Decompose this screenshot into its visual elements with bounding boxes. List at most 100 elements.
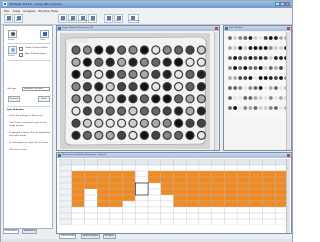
grid-cell[interactable] [236,200,250,208]
toolbar-open-button[interactable]: Open [4,14,13,23]
grid-cell[interactable] [249,206,263,214]
grid-cell[interactable] [147,159,161,166]
grid-cell[interactable] [160,212,174,220]
grid-cell[interactable] [122,218,136,225]
grid-cell[interactable] [186,176,200,184]
close-icon[interactable] [287,27,290,30]
stack-thumbnails[interactable] [226,32,289,118]
grid-cell[interactable] [135,200,149,208]
grid-cell[interactable] [224,182,238,190]
grid-cell[interactable] [122,170,136,178]
image-scrollbar[interactable] [214,32,218,150]
grid-cell[interactable] [71,164,85,172]
grid-cell[interactable] [186,164,200,172]
grid-cell[interactable] [109,182,123,190]
grid-cell[interactable] [59,170,72,178]
grid-cell[interactable] [147,194,161,202]
grid-cell[interactable] [211,159,225,166]
grid-cell[interactable] [211,182,225,190]
grid-cell[interactable] [147,212,161,220]
grid-cell[interactable] [262,188,276,196]
grid-cell[interactable] [135,164,149,172]
grid-cell[interactable] [122,176,136,184]
grid-cell[interactable] [198,182,212,190]
grid-cell[interactable] [198,218,212,225]
tab-parameters[interactable]: Parameters [22,229,38,234]
grid-cell[interactable] [71,182,85,190]
grid-cell[interactable] [97,218,111,225]
grid-cell[interactable] [59,182,72,190]
grid-cell[interactable] [147,182,161,190]
grid-cell[interactable] [147,164,161,172]
grid-cell[interactable] [224,176,238,184]
grid-cell[interactable] [211,218,225,225]
grid-cell[interactable] [84,212,98,220]
grid-cell[interactable] [186,212,200,220]
grid-cell[interactable] [211,170,225,178]
grid-cell[interactable] [122,194,136,202]
grid-cell[interactable] [84,164,98,172]
grid-cell[interactable] [122,182,136,190]
grid-cell[interactable] [135,170,149,178]
grid-cell[interactable] [59,206,72,214]
grid-cell[interactable] [224,164,238,172]
grid-cell[interactable] [211,164,225,172]
grid-cell[interactable] [97,188,111,196]
grid-cell[interactable] [198,188,212,196]
grid-cell[interactable] [97,164,111,172]
grid-cell[interactable] [198,176,212,184]
stack-scrollbar[interactable] [286,32,290,150]
grid-cell[interactable] [262,176,276,184]
grid-cell[interactable] [211,206,225,214]
grid-cell[interactable] [224,159,238,166]
grid-cell[interactable] [59,159,72,166]
grid-cell[interactable] [262,206,276,214]
grid-cell[interactable] [249,170,263,178]
grid-cell[interactable] [59,176,72,184]
grid-cell[interactable] [122,212,136,220]
grid-cell[interactable] [236,206,250,214]
grid-cell[interactable] [109,200,123,208]
grid-cell[interactable] [109,176,123,184]
toolbar-grid-button[interactable]: Grid [104,14,113,23]
grid-cell[interactable] [160,206,174,214]
grid-cell[interactable] [198,159,212,166]
grid-cell[interactable] [224,200,238,208]
plate-image[interactable] [60,33,210,149]
grid-cell[interactable] [160,218,174,225]
grid-cell[interactable] [160,188,174,196]
grid-cell[interactable] [109,164,123,172]
grid-cell[interactable] [186,188,200,196]
grid-cell[interactable] [109,159,123,166]
grid-cell[interactable] [71,200,85,208]
grid-cell[interactable] [147,170,161,178]
close-button[interactable]: × [285,2,290,6]
grid-cell[interactable] [84,218,98,225]
checkbox[interactable] [19,47,23,51]
grid-cell[interactable] [160,164,174,172]
grid-cell[interactable] [211,200,225,208]
grid-cell[interactable] [186,159,200,166]
grid-cell[interactable] [97,200,111,208]
grid-cell[interactable] [198,164,212,172]
grid-cell[interactable] [173,194,187,202]
grid-cell[interactable] [160,200,174,208]
grid-cell[interactable] [97,212,111,220]
grid-cell[interactable] [97,176,111,184]
grid-cell[interactable] [122,164,136,172]
grid-cell[interactable] [236,176,250,184]
grid-cell[interactable] [97,206,111,214]
grid-cell[interactable] [198,212,212,220]
grid-cell[interactable] [135,206,149,214]
grid-cell[interactable] [135,176,149,184]
grid-cell[interactable] [135,194,149,202]
grid-cell[interactable] [160,182,174,190]
grid-cell[interactable] [211,194,225,202]
grid-cell[interactable] [262,182,276,190]
grid-cell[interactable] [211,212,225,220]
grid-cell[interactable] [84,200,98,208]
close-icon[interactable] [287,154,290,157]
grid-cell[interactable] [211,188,225,196]
grid-cell[interactable] [236,218,250,225]
tab-instructions[interactable]: Instructions [3,229,19,234]
